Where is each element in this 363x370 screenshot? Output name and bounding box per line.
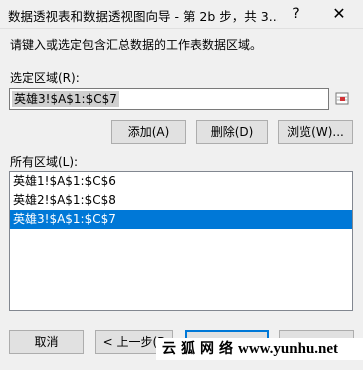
close-button[interactable]: ✕ bbox=[322, 2, 356, 26]
add-button[interactable]: 添加(A) bbox=[111, 120, 186, 144]
instruction-text: 请键入或选定包含汇总数据的工作表数据区域。 bbox=[10, 38, 263, 52]
selected-range-input[interactable]: 英雄3!$A$1:$C$7 bbox=[9, 88, 329, 110]
help-button[interactable]: ? bbox=[286, 4, 306, 24]
list-item[interactable]: 英雄2!$A$1:$C$8 bbox=[10, 191, 352, 210]
window-title: 数据透视表和数据透视图向导 - 第 2b 步，共 3... bbox=[8, 9, 278, 24]
selected-range-value: 英雄3!$A$1:$C$7 bbox=[12, 91, 119, 107]
all-ranges-label: 所有区域(L): bbox=[10, 155, 79, 169]
range-picker-icon bbox=[335, 92, 349, 105]
watermark-chinese: 云狐网络 bbox=[162, 341, 238, 357]
selected-range-label: 选定区域(R): bbox=[10, 71, 80, 85]
watermark: 云狐网络www.yunhu.net bbox=[156, 338, 363, 360]
watermark-url: www.yunhu.net bbox=[238, 341, 339, 357]
all-ranges-list[interactable]: 英雄1!$A$1:$C$6 英雄2!$A$1:$C$8 英雄3!$A$1:$C$… bbox=[9, 171, 353, 311]
list-item[interactable]: 英雄1!$A$1:$C$6 bbox=[10, 172, 352, 191]
cancel-button[interactable]: 取消 bbox=[9, 330, 84, 354]
title-bar: 数据透视表和数据透视图向导 - 第 2b 步，共 3... ? ✕ bbox=[0, 0, 363, 29]
delete-button[interactable]: 删除(D) bbox=[196, 120, 268, 144]
collapse-dialog-button[interactable] bbox=[331, 89, 353, 109]
list-item[interactable]: 英雄3!$A$1:$C$7 bbox=[10, 210, 352, 229]
browse-button[interactable]: 浏览(W)... bbox=[278, 120, 353, 144]
